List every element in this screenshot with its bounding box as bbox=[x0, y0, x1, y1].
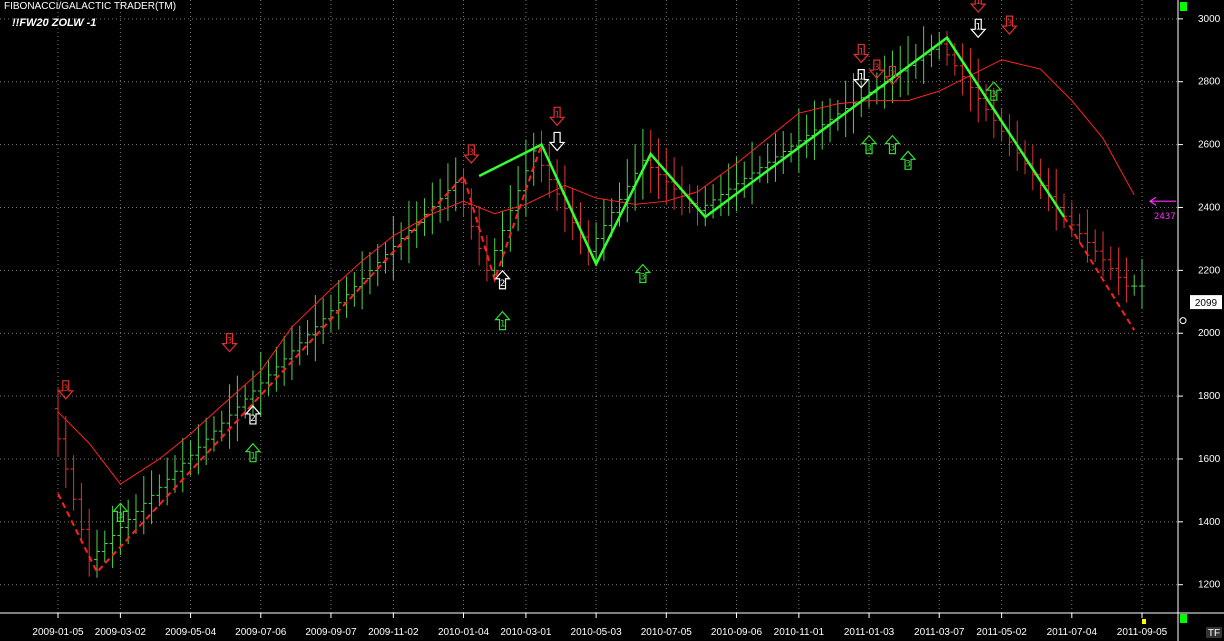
x-tick-label: 2009-09-07 bbox=[305, 627, 357, 638]
scroll-bottom-marker bbox=[1180, 614, 1187, 623]
arrow-label: 2 bbox=[250, 414, 255, 424]
arrow-label: 3 bbox=[63, 384, 68, 394]
x-tick-label: 2009-05-04 bbox=[165, 627, 217, 638]
scroll-top-marker bbox=[1180, 2, 1187, 11]
x-tick-label: 2009-11-02 bbox=[368, 627, 419, 638]
x-tick-label: 2010-09-06 bbox=[711, 627, 763, 638]
y-tick-label: 1800 bbox=[1198, 391, 1221, 402]
symbol-label: !!FW20 ZOLW -1 bbox=[12, 17, 97, 29]
arrow-label: 1 bbox=[500, 320, 505, 330]
arrow-label: 3 bbox=[866, 144, 871, 154]
y-tick-label: 1400 bbox=[1198, 517, 1221, 528]
x-tick-label: 2011-01-03 bbox=[844, 627, 895, 638]
y-tick-label: 3000 bbox=[1198, 14, 1221, 25]
current-bar-marker bbox=[1142, 619, 1146, 624]
arrow-label: 3 bbox=[640, 272, 645, 282]
arrow-label: 1 bbox=[250, 452, 255, 462]
chart-title: FIBONACCI/GALACTIC TRADER(TM) bbox=[4, 1, 177, 12]
y-tick-label: 1600 bbox=[1198, 454, 1221, 465]
y-tick-label: 2000 bbox=[1198, 328, 1221, 339]
arrow-label: 3 bbox=[890, 69, 895, 79]
x-tick-label: 2010-11-01 bbox=[774, 627, 825, 638]
arrow-label: 1 bbox=[554, 110, 559, 120]
arrow-label: 3 bbox=[874, 63, 879, 73]
arrow-label: 3 bbox=[890, 144, 895, 154]
arrow-label: 1 bbox=[976, 0, 981, 7]
arrow-label: 3 bbox=[118, 511, 123, 521]
x-tick-label: 2011-09-05 bbox=[1117, 627, 1168, 638]
arrow-label: 3 bbox=[991, 90, 996, 100]
arrow-label: 2 bbox=[500, 279, 505, 289]
x-tick-label: 2009-03-02 bbox=[95, 627, 147, 638]
arrow-label: 3 bbox=[905, 159, 910, 169]
y-tick-label: 2600 bbox=[1198, 140, 1221, 151]
price-chart[interactable]: 333213211311333 3311 33 120014001600180020… bbox=[0, 0, 1224, 641]
arrow-label: 3 bbox=[227, 337, 232, 347]
arrow-label: 3 bbox=[469, 148, 474, 158]
y-tick-label: 2200 bbox=[1198, 265, 1221, 276]
x-tick-label: 2010-07-05 bbox=[641, 627, 693, 638]
arrow-label: 3 bbox=[1007, 19, 1012, 29]
arrow-label: 1 bbox=[859, 47, 864, 57]
x-tick-label: 2010-03-01 bbox=[500, 627, 552, 638]
x-tick-label: 2009-07-06 bbox=[235, 627, 287, 638]
x-tick-label: 2011-07-04 bbox=[1047, 627, 1098, 638]
x-tick-label: 2011-03-07 bbox=[914, 627, 965, 638]
x-tick-label: 2010-05-03 bbox=[571, 627, 623, 638]
corner-label: TF bbox=[1208, 628, 1220, 639]
target-price-label: 2437 bbox=[1154, 212, 1176, 222]
arrow-label: 1 bbox=[976, 22, 981, 32]
last-price-label: 2099 bbox=[1195, 298, 1218, 309]
chart-background bbox=[0, 0, 1224, 641]
y-tick-label: 2800 bbox=[1198, 77, 1221, 88]
y-tick-label: 2400 bbox=[1198, 202, 1221, 213]
x-tick-label: 2011-05-02 bbox=[976, 627, 1027, 638]
x-tick-label: 2010-01-04 bbox=[438, 627, 490, 638]
arrow-label: 1 bbox=[859, 73, 864, 83]
y-tick-label: 1200 bbox=[1198, 580, 1221, 591]
x-tick-label: 2009-01-05 bbox=[32, 627, 84, 638]
